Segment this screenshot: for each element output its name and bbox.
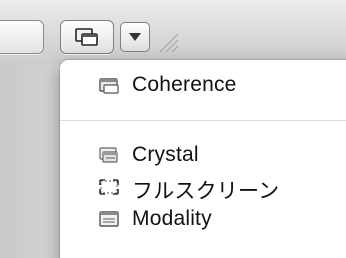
menu-item-coherence[interactable]: Coherence xyxy=(60,68,346,102)
menu-item-modality[interactable]: Modality xyxy=(60,202,346,236)
menu-separator xyxy=(60,120,346,121)
view-mode-menu: Coherence Crystal フルスクリーン Modality xyxy=(60,60,346,258)
resize-grip-icon[interactable] xyxy=(156,30,180,54)
screen: Coherence Crystal フルスクリーン Modality xyxy=(0,0,346,258)
menu-item-label: Modality xyxy=(132,207,212,230)
previous-button[interactable] xyxy=(0,20,44,54)
coherence-icon xyxy=(99,78,119,94)
menu-item-fullscreen[interactable]: フルスクリーン xyxy=(60,170,346,204)
dropdown-button[interactable] xyxy=(120,22,150,52)
view-mode-button[interactable] xyxy=(60,20,114,54)
modality-icon xyxy=(99,211,119,227)
toolbar xyxy=(0,0,346,66)
crystal-icon xyxy=(99,147,118,163)
triangle-down-icon xyxy=(129,33,141,41)
window-background xyxy=(0,64,60,258)
coherence-window-icon xyxy=(75,28,98,46)
menu-item-crystal[interactable]: Crystal xyxy=(60,138,346,172)
menu-item-label: フルスクリーン xyxy=(132,180,280,203)
menu-item-label: Coherence xyxy=(132,73,237,96)
fullscreen-icon xyxy=(99,179,119,195)
menu-item-label: Crystal xyxy=(132,143,199,166)
